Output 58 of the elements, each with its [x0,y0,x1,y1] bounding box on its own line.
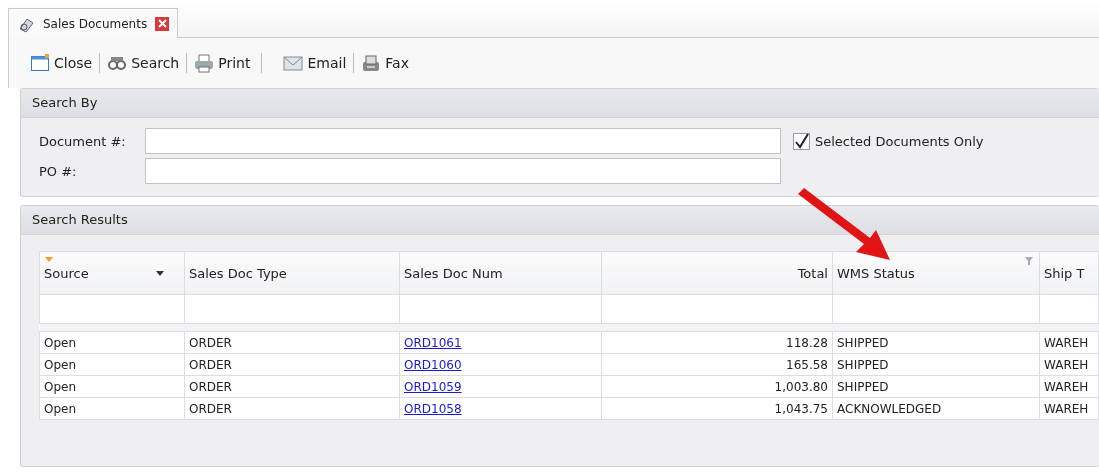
filter-cell[interactable] [399,294,602,324]
field-label: Document #: [39,133,127,149]
filter-cell[interactable] [184,294,400,324]
table-cell: ORDER [184,375,400,398]
table-cell: Open [39,353,185,376]
table-cell: WAREH [1039,397,1099,420]
table-cell: SHIPPED [832,375,1040,398]
table-cell: WAREH [1039,353,1099,376]
table-cell: 1,043.75 [601,397,833,420]
panel-title: Search By [21,89,1099,118]
toolbar-button[interactable]: Print [191,51,254,75]
input-field[interactable] [145,158,781,184]
table-cell: 118.28 [601,331,833,354]
table-cell: ORDER [184,397,400,420]
column-header[interactable]: Sales Doc Type [184,251,400,295]
selected-documents-checkbox[interactable]: Selected Documents Only [793,132,1099,150]
document-link[interactable]: ORD1058 [404,401,462,416]
document-link[interactable]: ORD1059 [404,379,462,394]
table-cell: ORDER [184,353,400,376]
filter-cell[interactable] [39,294,185,324]
table-cell: WAREH [1039,331,1099,354]
table-cell: SHIPPED [832,331,1040,354]
table-cell: 165.58 [601,353,833,376]
toolbar-button[interactable]: Fax [358,51,412,75]
column-header[interactable]: Total [601,251,833,295]
table-cell: ORDER [184,331,400,354]
window-icon [30,53,50,73]
column-header[interactable]: Ship T [1039,251,1099,295]
toolbar-button[interactable]: Close [27,51,96,75]
document-tab[interactable]: Sales Documents [8,8,179,38]
field-label: PO #: [39,163,78,179]
toolbar-button[interactable]: Email [280,51,350,75]
column-header[interactable]: Sales Doc Num [399,251,602,295]
table-cell: Open [39,375,185,398]
checkmark-icon [793,133,810,149]
table-cell: ACKNOWLEDGED [832,397,1040,420]
filter-cell[interactable] [832,294,1040,324]
filter-icon [1025,257,1033,265]
column-header[interactable]: Source [39,251,185,295]
sort-indicator-icon [45,257,53,262]
table-cell: WAREH [1039,375,1099,398]
dropdown-icon [156,271,164,276]
filter-cell[interactable] [1039,294,1099,324]
table-cell: SHIPPED [832,353,1040,376]
toolbar-button[interactable]: Search [104,51,183,75]
column-header[interactable]: WMS Status [832,251,1040,295]
document-link[interactable]: ORD1060 [404,357,462,372]
filter-cell[interactable] [601,294,833,324]
fax-icon [361,53,382,73]
table-cell: Open [39,331,185,354]
printer-icon [194,53,215,73]
table-cell: Open [39,397,185,420]
input-field[interactable] [145,128,781,154]
document-link[interactable]: ORD1061 [404,335,462,350]
table-cell: 1,003.80 [601,375,833,398]
close-icon[interactable] [155,16,170,31]
envelope-icon [283,53,304,73]
panel-title: Search Results [21,206,1099,235]
